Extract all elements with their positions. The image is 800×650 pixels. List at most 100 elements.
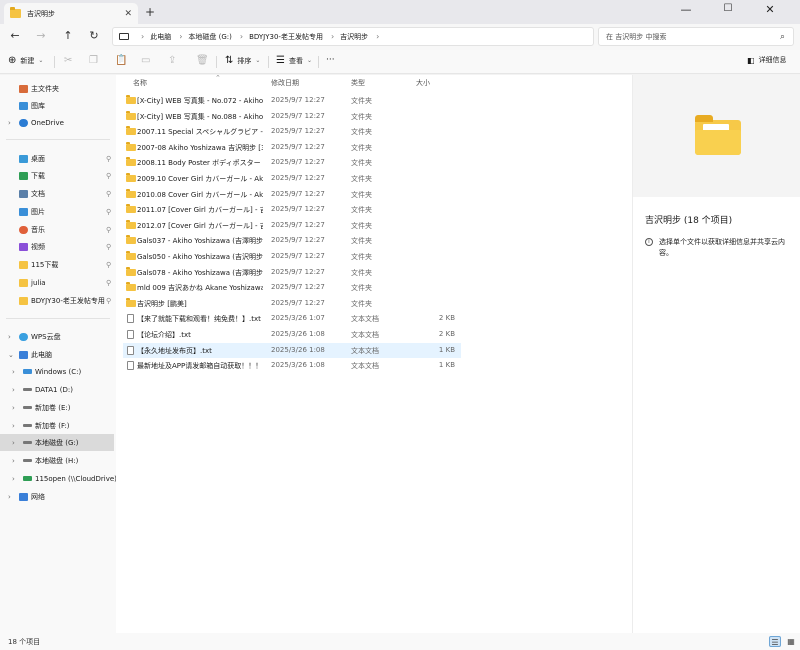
chevron-right-icon[interactable]: › [12, 386, 15, 394]
pin-icon[interactable]: ⚲ [106, 190, 111, 198]
chevron-right-icon[interactable]: › [8, 119, 11, 127]
sidebar-item-label: 115open (\\CloudDrive) [35, 474, 117, 483]
breadcrumb-item[interactable]: 此电脑 [150, 32, 171, 42]
pin-icon[interactable]: ⚲ [106, 279, 111, 287]
table-row[interactable]: 【论坛介绍】.txt 2025/3/26 1:08 文本文档 2 KB [123, 327, 461, 342]
share-icon[interactable]: ⇪ [168, 55, 176, 66]
maximize-button[interactable]: ☐ [718, 3, 738, 14]
new-button[interactable]: ⊕ 新建 ⌄ [8, 55, 43, 66]
table-row[interactable]: [X-City] WEB 写真集 - No.088 - Akiho... 2025… [123, 109, 461, 124]
folder-icon [695, 115, 741, 155]
sidebar-item-home[interactable]: 主文件夹 [0, 80, 114, 97]
refresh-button[interactable]: ↻ [86, 29, 102, 42]
table-row[interactable]: 2012.07 [Cover Girl カバーガール] - 吉... 2025/9… [123, 218, 461, 233]
back-button[interactable]: ← [7, 29, 23, 42]
sidebar-item-drive-d[interactable]: › DATA1 (D:) [0, 381, 114, 398]
table-row[interactable]: 吉沢明步 [鹏美] 2025/9/7 12:27 文件夹 [123, 296, 461, 311]
column-header-date[interactable]: 修改日期 [271, 78, 299, 88]
details-view-button[interactable]: ☰ [769, 636, 781, 647]
pin-icon[interactable]: ⚲ [106, 297, 111, 305]
tab-current[interactable]: 吉沢明步 ✕ [4, 3, 138, 24]
search-input[interactable]: 在 吉沢明步 中搜索 ⌕ [598, 27, 794, 46]
sidebar-item-wps-cloud[interactable]: › WPS云盘 [0, 328, 114, 345]
table-row[interactable]: 【来了就能下载和观看！纯免费！】.txt 2025/3/26 1:07 文本文档 2 … [123, 311, 461, 326]
table-row[interactable]: 【永久地址发布页】.txt 2025/3/26 1:08 文本文档 1 KB [123, 342, 461, 358]
table-row[interactable]: 2007-08 Akiho Yoshizawa 吉沢明步 [3... 2025/9… [123, 140, 461, 155]
close-window-button[interactable]: ✕ [760, 3, 780, 16]
pc-icon [19, 350, 28, 359]
sidebar-item-drive-h[interactable]: › 本地磁盘 (H:) [0, 452, 114, 469]
sidebar-item-desktop[interactable]: 桌面 ⚲ [0, 150, 114, 167]
table-row[interactable]: Gals078 - Akiho Yoshizawa (吉澤明步 ... 2025/… [123, 265, 461, 280]
pin-icon[interactable]: ⚲ [106, 226, 111, 234]
sidebar-item-drive-c[interactable]: › Windows (C:) [0, 363, 114, 380]
pin-icon[interactable]: ⚲ [106, 208, 111, 216]
sidebar-item-115open[interactable]: › 115open (\\CloudDrive) [0, 470, 117, 487]
file-type: 文件夹 [351, 97, 372, 105]
sidebar-item-julia[interactable]: julia ⚲ [0, 274, 114, 291]
table-row[interactable]: 最新地址及APP请发邮箱自动获取！！！... 2025/3/26 1:08 文本文档… [123, 358, 461, 373]
delete-icon[interactable]: 🗑 [196, 55, 209, 66]
tiles-view-button[interactable]: ▦ [785, 636, 797, 647]
column-header-size[interactable]: 大小 [416, 78, 430, 88]
sidebar-item-onedrive[interactable]: › OneDrive [0, 114, 114, 131]
chevron-right-icon[interactable]: › [8, 333, 11, 341]
chevron-down-icon[interactable]: ⌄ [8, 351, 14, 359]
rename-icon[interactable]: ▭ [141, 55, 150, 66]
minimize-button[interactable]: — [676, 3, 696, 16]
table-row[interactable]: 2011.07 [Cover Girl カバーガール] - 吉... 2025/9… [123, 202, 461, 217]
sidebar-item-drive-f[interactable]: › 新加卷 (F:) [0, 417, 114, 434]
copy-icon[interactable]: ❐ [89, 55, 98, 66]
table-row[interactable]: [X-City] WEB 写真集 - No.072 - Akiho... 2025… [123, 93, 461, 108]
chevron-right-icon[interactable]: › [12, 475, 15, 483]
sidebar-item-115-downloads[interactable]: 115下载 ⚲ [0, 256, 114, 273]
column-header-type[interactable]: 类型 [351, 78, 365, 88]
chevron-right-icon[interactable]: › [12, 457, 15, 465]
sidebar-item-pictures[interactable]: 图片 ⚲ [0, 203, 114, 220]
up-button[interactable]: ↑ [60, 29, 76, 42]
sort-button[interactable]: ⇅ 排序 ⌄ [225, 55, 260, 66]
chevron-right-icon[interactable]: › [12, 422, 15, 430]
more-options-button[interactable]: ··· [326, 55, 335, 65]
sidebar-item-videos[interactable]: 视频 ⚲ [0, 238, 114, 255]
sidebar-item-network[interactable]: › 网络 [0, 488, 114, 505]
table-row[interactable]: 2008.11 Body Poster ボディポスター -... 2025/9/7… [123, 155, 461, 170]
sidebar-item-documents[interactable]: 文档 ⚲ [0, 185, 114, 202]
sidebar-item-label: DATA1 (D:) [35, 385, 73, 394]
pin-icon[interactable]: ⚲ [106, 155, 111, 163]
sidebar-item-downloads[interactable]: 下载 ⚲ [0, 167, 114, 184]
table-row[interactable]: Gals050 - Akiho Yoshizawa (吉沢明步 ... 2025/… [123, 249, 461, 264]
pin-icon[interactable]: ⚲ [106, 172, 111, 180]
sidebar-item-drive-g[interactable]: › 本地磁盘 (G:) [0, 434, 114, 451]
chevron-right-icon[interactable]: › [12, 439, 15, 447]
address-bar[interactable]: › 此电脑 › 本地磁盘 (G:) › BDYJY30-老王发帖专用 › 吉沢明… [112, 27, 594, 46]
table-row[interactable]: 2009.10 Cover Girl カバーガール - Aki... 2025/9… [123, 171, 461, 186]
sidebar-item-music[interactable]: 音乐 ⚲ [0, 221, 114, 238]
sidebar-item-gallery[interactable]: 图库 [0, 97, 114, 114]
breadcrumb-item[interactable]: BDYJY30-老王发帖专用 [249, 32, 323, 42]
view-button[interactable]: ☰ 查看 ⌄ [276, 55, 312, 66]
breadcrumb-item[interactable]: 吉沢明步 [340, 32, 368, 42]
pin-icon[interactable]: ⚲ [106, 243, 111, 251]
table-row[interactable]: 2010.08 Cover Girl カバーガール - Aki... 2025/9… [123, 187, 461, 202]
pin-icon[interactable]: ⚲ [106, 261, 111, 269]
chevron-right-icon[interactable]: › [12, 368, 15, 376]
close-tab-icon[interactable]: ✕ [124, 9, 132, 19]
chevron-right-icon: › [376, 32, 380, 41]
table-row[interactable]: Gals037 - Akiho Yoshizawa (吉澤明步)... 2025/… [123, 233, 461, 248]
paste-icon[interactable]: 📋 [115, 55, 127, 66]
table-row[interactable]: 2007.11 Special スペシャルグラビア - ... 2025/9/7 … [123, 124, 461, 139]
sidebar-item-label: 此电脑 [31, 350, 52, 359]
cut-icon[interactable]: ✂ [64, 55, 72, 66]
table-row[interactable]: mld 009 吉沢あかね Akane Yoshizawa... 2025/9/7… [123, 280, 461, 295]
forward-button[interactable]: → [33, 29, 49, 42]
details-pane-button[interactable]: ◧ 详细信息 [747, 55, 787, 65]
chevron-right-icon[interactable]: › [8, 493, 11, 501]
new-tab-button[interactable]: + [145, 5, 155, 19]
breadcrumb-item[interactable]: 本地磁盘 (G:) [188, 32, 231, 42]
sidebar-item-bdyjy30[interactable]: BDYJY30-老王发帖专用 ⚲ [0, 292, 114, 309]
chevron-right-icon[interactable]: › [12, 404, 15, 412]
sidebar-item-drive-e[interactable]: › 新加卷 (E:) [0, 399, 114, 416]
sidebar-item-this-pc[interactable]: ⌄ 此电脑 [0, 346, 114, 363]
column-header-name[interactable]: 名称 ⌃ [133, 74, 221, 88]
